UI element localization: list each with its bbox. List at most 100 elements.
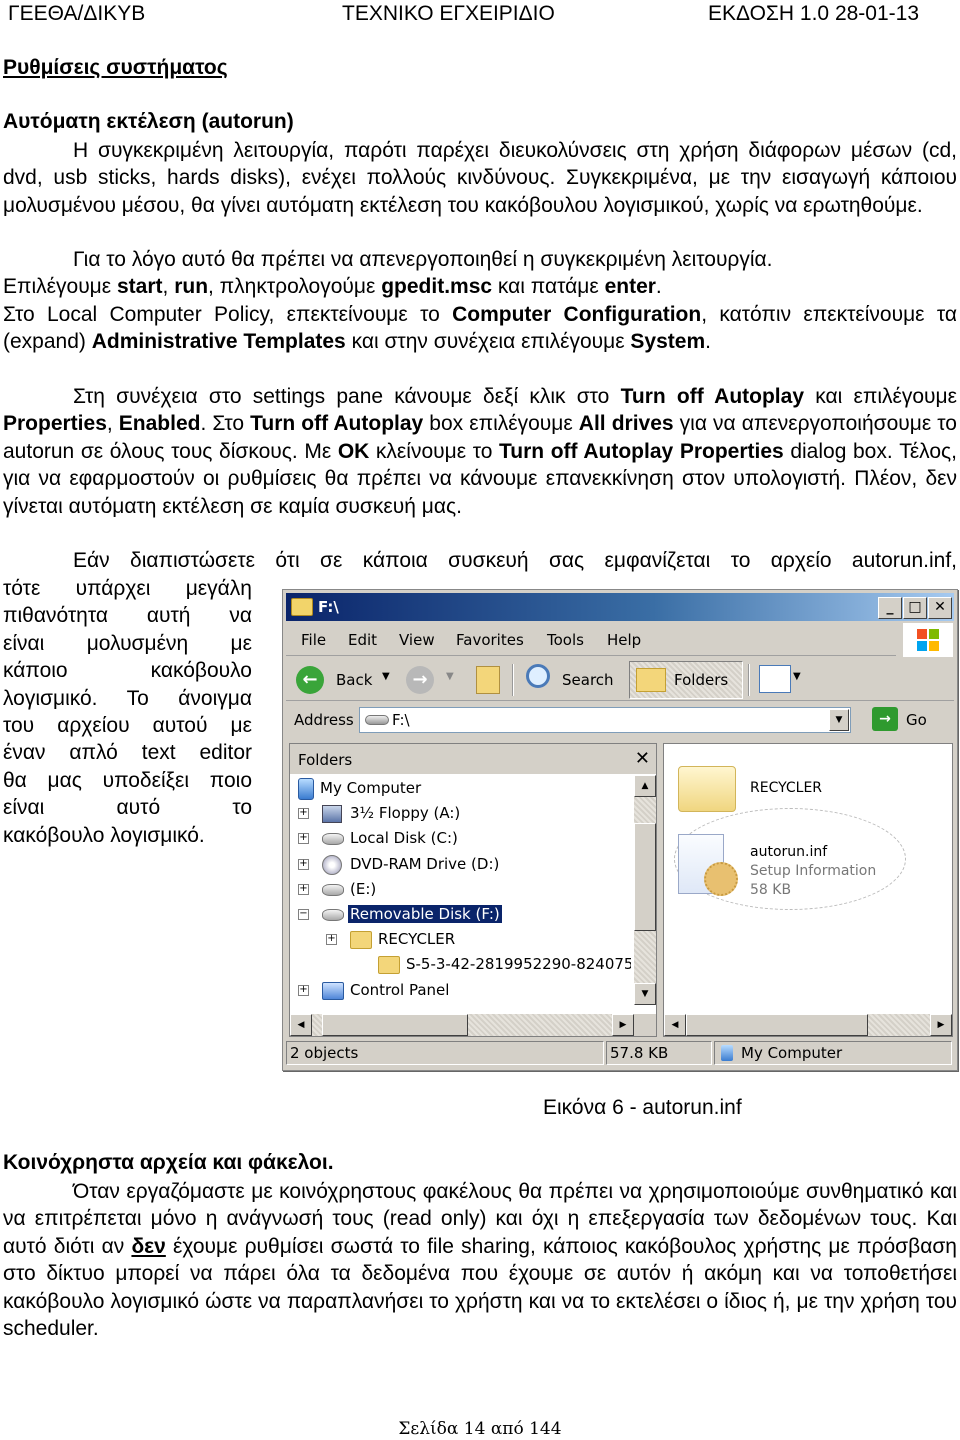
text-line: κακόβουλο λογισμικό. [3,823,205,847]
text: . Στο [200,412,251,436]
close-pane-icon[interactable]: ✕ [635,748,650,769]
scroll-up-icon[interactable]: ▲ [634,775,656,797]
address-input[interactable]: F:\ ▼ [359,707,851,733]
minimize-button[interactable]: _ [878,597,902,619]
up-folder-icon[interactable] [476,666,500,694]
collapse-icon[interactable]: − [298,909,309,920]
address-value: F:\ [392,711,410,729]
tree-item-label: My Computer [320,779,422,797]
expand-icon[interactable]: + [298,808,309,820]
keyword: Turn off Autoplay Properties [499,439,784,463]
scroll-left-icon[interactable]: ◀ [664,1014,686,1036]
scroll-right-icon[interactable]: ▶ [930,1014,952,1036]
keyword: Computer Configuration [452,303,702,326]
recycler-folder-label[interactable]: RECYCLER [750,780,822,796]
tree-item-label: S-5-3-42-2819952290-8240758 [406,955,631,974]
title-bar[interactable]: F:\ _ □ ✕ [286,593,954,621]
views-dropdown-icon[interactable]: ▼ [793,671,801,682]
menu-edit[interactable]: Edit [348,631,377,649]
scroll-left-icon[interactable]: ◀ [290,1014,312,1036]
toolbar-separator [748,664,750,696]
network-disk-icon [322,883,344,896]
folders-icon [636,668,666,692]
expand-icon[interactable]: + [326,934,337,946]
menu-view[interactable]: View [399,631,435,649]
menu-file[interactable]: File [301,631,326,649]
shared-files-heading: Κοινόχρηστα αρχεία και φάκελοι. [3,1151,334,1174]
menu-favorites[interactable]: Favorites [456,631,524,649]
emphasis: δεν [131,1234,166,1258]
scroll-down-icon[interactable]: ▼ [634,983,656,1005]
expand-icon[interactable]: + [298,833,309,845]
content-horizontal-scrollbar[interactable]: ◀ ▶ [664,1014,952,1036]
go-button[interactable]: Go [906,711,927,729]
text: και επιλέγουμε [804,385,957,408]
dvd-icon [322,854,342,875]
autorun-paragraph-3: Επιλέγουμε start, run, πληκτρολογούμε gp… [3,273,957,300]
tree-item-label: Control Panel [350,980,450,999]
address-label: Address [294,711,354,729]
tree-item-label: (E:) [350,879,377,898]
forward-dropdown-icon[interactable]: ▼ [446,671,454,682]
expand-icon[interactable]: + [298,883,309,895]
autorun-file-type: Setup Information [750,863,877,879]
toolbar-separator [512,664,514,696]
text: Στο Local Computer Policy, επεκτείνουμε … [3,303,453,326]
tree-vertical-scrollbar[interactable]: ▲ ▼ [634,775,656,1005]
text: Στη συνέχεια στο settings pane κάνουμε δ… [73,385,621,408]
tree-horizontal-scrollbar[interactable]: ◀ ▶ [290,1014,634,1036]
computer-icon [298,778,314,800]
recycler-folder-icon[interactable] [678,766,736,812]
address-dropdown-icon[interactable]: ▼ [829,709,849,731]
page-number: Σελίδα 14 από 144 [398,1419,562,1439]
folders-button[interactable]: Folders [629,661,743,699]
keyword: All drives [578,412,674,436]
back-arrow-icon[interactable]: ← [296,666,324,694]
explorer-window: F:\ _ □ ✕ File Edit View Favorites Tools… [282,589,958,1071]
keyword: Enabled [118,412,201,436]
close-button[interactable]: ✕ [928,597,952,619]
text-line: πιθανότητα αυτή να [3,604,252,628]
keyword: gpedit.msc [381,275,493,298]
text: , πληκτρολογούμε [208,275,382,298]
folders-pane-header: Folders ✕ [290,744,656,775]
scroll-right-icon[interactable]: ▶ [612,1014,634,1036]
drive-icon [365,715,389,725]
text-line: θα μας υποδείξει ποιο [3,768,252,792]
keyword: run [174,275,209,298]
text: κλείνουμε το [369,439,499,463]
back-button[interactable]: Back [336,671,372,689]
tree-item-label: DVD-RAM Drive (D:) [350,854,500,873]
expand-icon[interactable]: + [298,984,309,996]
menu-bar: File Edit View Favorites Tools Help [286,623,896,656]
gear-icon [704,862,738,896]
folder-tree: My Computer +3½ Floppy (A:) + Local Disk (C… [290,775,631,1005]
text-line: του αρχείου αυτού με [3,714,252,738]
back-dropdown-icon[interactable]: ▼ [382,671,390,682]
go-arrow-icon[interactable]: → [872,707,898,731]
menu-tools[interactable]: Tools [547,631,584,649]
search-icon[interactable] [526,664,550,688]
disk-icon [322,833,344,846]
scroll-thumb[interactable] [686,1014,868,1036]
menu-help[interactable]: Help [607,631,641,649]
figure-caption: Εικόνα 6 - autorun.inf [543,1096,742,1119]
text: box επιλέγουμε [423,412,579,436]
folders-pane: Folders ✕ My Computer +3½ Floppy (A:) + Loc… [289,743,657,1037]
autorun-file-size: 58 KB [750,882,792,898]
scroll-thumb[interactable] [634,823,656,931]
text-line: είναι μολυσμένη με [3,631,252,655]
keyword: Turn off Autoplay [250,412,424,436]
expand-icon[interactable]: + [298,858,309,870]
maximize-button[interactable]: □ [903,597,927,619]
toolbar: ← Back ▼ → ▼ Search Folders ▼ [286,658,954,701]
forward-arrow-icon[interactable]: → [406,666,434,694]
text-line: κάποιο κακόβουλο [3,659,252,683]
shared-files-paragraph: Όταν εργαζόμαστε με κοινόχρηστους φακέλο… [3,1178,957,1342]
views-icon[interactable] [759,665,791,693]
autorun-paragraph-6-side-text: τότε υπάρχει μεγάλη πιθανότητα αυτή να ε… [3,575,252,849]
scroll-thumb[interactable] [322,1014,468,1036]
search-button[interactable]: Search [562,671,614,689]
autorun-file-name[interactable]: autorun.inf [750,844,827,860]
floppy-icon [322,805,342,824]
